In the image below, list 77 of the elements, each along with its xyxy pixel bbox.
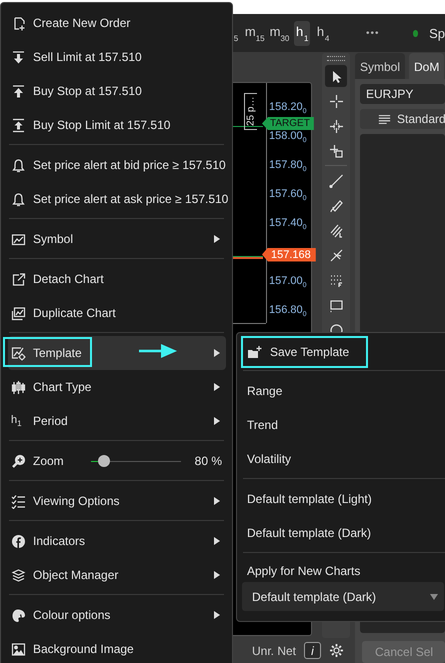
- template-dropdown[interactable]: Default template (Dark): [242, 582, 444, 611]
- annotation-arrow: [139, 344, 177, 358]
- menu-item[interactable]: Object Manager: [8, 558, 226, 592]
- menu-item[interactable]: Symbol: [8, 222, 226, 256]
- checklist-icon: [11, 494, 26, 508]
- fibonacci-icon: [328, 222, 344, 238]
- price-tick: 157.60$_{0}$: [269, 188, 307, 204]
- status-dot: [412, 30, 418, 36]
- chart-icon: [11, 232, 26, 246]
- menu-item[interactable]: Set price alert at ask price ≥ 157.510: [8, 182, 226, 216]
- line-icon: [328, 172, 344, 188]
- pen-icon: [328, 198, 344, 212]
- price-tick: 156.80$_{0}$: [269, 304, 307, 320]
- menu-item[interactable]: Indicators: [8, 524, 226, 558]
- caret-icon: [430, 594, 438, 600]
- buy-stop-icon: [11, 84, 26, 98]
- indicator-icon: [11, 534, 26, 548]
- menu-item[interactable]: Default template (Light): [241, 482, 445, 516]
- menu-item[interactable]: Buy Stop Limit at 157.510: [8, 108, 226, 142]
- menu-item[interactable]: Default template (Dark): [241, 516, 445, 550]
- price-tick: 158.00$_{0}$: [269, 130, 307, 146]
- bell-icon: [11, 192, 26, 206]
- menu-item[interactable]: Viewing Options: [8, 484, 226, 518]
- menu-item[interactable]: Save Template: [243, 339, 354, 365]
- duplicate-chart-icon: [11, 306, 26, 320]
- menu-item[interactable]: Template: [8, 336, 226, 370]
- folder-plus-icon: [247, 344, 262, 360]
- range-label: 25 p…: [244, 93, 257, 130]
- detach-icon: [11, 272, 26, 286]
- menu-item[interactable]: Buy Stop at 157.510: [8, 74, 226, 108]
- buy-stop-limit-icon: [11, 118, 26, 132]
- info-button[interactable]: i: [304, 642, 322, 659]
- palette-icon: [11, 608, 26, 622]
- sell-limit-icon: [11, 50, 26, 64]
- crosshair-box-icon: [328, 144, 344, 158]
- unrealized-net-label: Unr. Net: [252, 644, 296, 658]
- menu-item[interactable]: Colour options: [8, 598, 226, 632]
- menu-item[interactable]: Duplicate Chart: [8, 296, 226, 330]
- symbol-field[interactable]: EURJPY: [360, 84, 445, 104]
- crosshair-icon: [328, 118, 344, 134]
- price-tick: 157.40$_{0}$: [269, 217, 307, 233]
- dotted-grid-icon: [328, 272, 344, 288]
- zoom-icon: [11, 454, 26, 468]
- menu-item[interactable]: Create New Order: [8, 6, 226, 40]
- menu-item[interactable]: Chart Type: [8, 370, 226, 404]
- price-tick: 157.80$_{0}$: [269, 159, 307, 175]
- status-label: Sp: [429, 26, 445, 40]
- apply-label: Apply for New Charts: [246, 563, 362, 580]
- tool-button[interactable]: [325, 65, 347, 87]
- rectangle-icon: [328, 298, 344, 312]
- zoom-label: Zoom: [33, 454, 65, 468]
- period-icon: h$_{1}$: [11, 414, 26, 428]
- grip-handle[interactable]: [327, 56, 345, 61]
- bell-icon: [11, 158, 26, 172]
- price-tick: 158.20$_{0}$: [269, 101, 307, 117]
- candlestick-icon: [11, 380, 26, 394]
- panel-tab[interactable]: DoM: [409, 53, 444, 79]
- zoom-reading: 80 %: [194, 454, 222, 468]
- template-icon: [11, 346, 26, 360]
- more-button[interactable]: •••: [366, 28, 380, 38]
- menu-item[interactable]: Volatility: [241, 442, 445, 476]
- menu-item[interactable]: Trend: [241, 408, 445, 442]
- menu-item[interactable]: Background Image: [8, 632, 226, 663]
- menu-item[interactable]: h$_{1}$ Period: [8, 404, 226, 438]
- crosshair-icon: [328, 94, 344, 108]
- menu-item[interactable]: Range: [241, 374, 445, 408]
- image-icon: [11, 642, 26, 656]
- list-icon: [378, 112, 391, 126]
- price-tick: 157.00$_{0}$: [269, 275, 307, 291]
- layers-icon: [11, 568, 26, 582]
- price-tag: 157.168: [262, 248, 316, 262]
- view-button[interactable]: Standard: [360, 109, 445, 129]
- menu-item[interactable]: Sell Limit at 157.510: [8, 40, 226, 74]
- menu-item[interactable]: Detach Chart: [8, 262, 226, 296]
- panel-tab[interactable]: Symbol: [355, 53, 406, 79]
- menu-item[interactable]: Set price alert at bid price ≥ 157.510: [8, 148, 226, 182]
- target-tag: TARGET: [262, 117, 314, 130]
